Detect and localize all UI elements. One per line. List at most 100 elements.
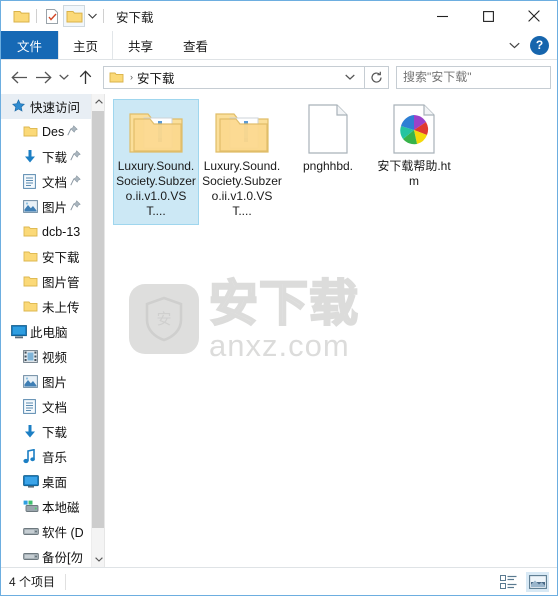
sidebar-item-1[interactable]: Des <box>1 119 91 144</box>
window-title: 安下载 <box>116 10 154 25</box>
sidebar-item-15[interactable]: 桌面 <box>1 469 91 494</box>
folder-icon <box>106 71 126 84</box>
address-bar: › 安下载 <box>1 60 557 94</box>
file-item[interactable]: 安下载帮助.htm <box>371 99 457 225</box>
breadcrumb-current[interactable]: 安下载 <box>137 68 175 87</box>
file-grid: Luxury.Sound.Society.Subzero.ii.v1.0.VST… <box>105 94 557 225</box>
sidebar-item-11[interactable]: 图片 <box>1 369 91 394</box>
tab-view[interactable]: 查看 <box>168 31 223 59</box>
sidebar-item-8[interactable]: 未上传 <box>1 294 91 319</box>
navigation-tree: 快速访问 Des 下载 文档 图片 dcb-13 安下载 图片管 未上传 此电脑 视频 图片 文档 下载音… <box>1 94 91 567</box>
folder-icon[interactable] <box>10 5 32 27</box>
tab-file[interactable]: 文件 <box>1 31 59 59</box>
pin-icon[interactable] <box>70 174 81 189</box>
search-box[interactable] <box>396 65 557 89</box>
forward-arrow-icon[interactable] <box>31 64 55 90</box>
scroll-up-arrow-icon[interactable] <box>92 94 104 109</box>
ribbon-right-controls: ? <box>504 31 557 59</box>
file-item-label: Luxury.Sound.Society.Subzero.ii.v1.0.VST… <box>202 159 282 218</box>
sidebar-item-label: 文档 <box>42 401 68 415</box>
chevron-down-icon[interactable] <box>338 72 362 82</box>
sidebar-item-18[interactable]: 备份[勿 <box>1 544 91 567</box>
maximize-button[interactable] <box>465 1 511 31</box>
sidebar-item-label: 图片 <box>42 201 68 215</box>
drive-icon <box>23 551 42 562</box>
folder-icon <box>23 125 42 138</box>
sidebar-item-5[interactable]: dcb-13 <box>1 219 91 244</box>
minimize-button[interactable] <box>419 1 465 31</box>
back-arrow-icon[interactable] <box>7 64 31 90</box>
explorer-window: 安下载 文件 主页 共享 查看 ? › 安下载 搜索"安下载" 快速访问 Des… <box>0 0 558 596</box>
watermark-badge-icon: 安 <box>129 284 199 354</box>
sidebar-item-7[interactable]: 图片管 <box>1 269 91 294</box>
sidebar-item-6[interactable]: 安下载 <box>1 244 91 269</box>
navigation-scrollbar[interactable] <box>91 94 104 567</box>
folder-icon <box>23 300 42 313</box>
breadcrumb[interactable]: › 安下载 <box>103 65 365 89</box>
help-icon[interactable]: ? <box>530 35 549 55</box>
up-arrow-icon[interactable] <box>73 64 97 90</box>
sidebar-item-label: 音乐 <box>42 451 68 465</box>
sidebar-item-17[interactable]: 软件 (D <box>1 519 91 544</box>
large-icons-view-button[interactable] <box>526 571 549 592</box>
title-bar: 安下载 <box>1 1 557 31</box>
refresh-icon[interactable] <box>365 65 389 89</box>
view-toggle-group <box>497 571 549 592</box>
sidebar-item-label: 软件 (D <box>42 526 84 540</box>
sidebar-item-13[interactable]: 下载 <box>1 419 91 444</box>
file-item[interactable]: Luxury.Sound.Society.Subzero.ii.v1.0.VST… <box>199 99 285 225</box>
search-input[interactable] <box>403 70 557 84</box>
file-list-pane[interactable]: 安 安下载 anxz.com Luxury.Sound.Society.Subz… <box>105 94 557 567</box>
sidebar-item-10[interactable]: 视频 <box>1 344 91 369</box>
sidebar-item-label: 图片管 <box>42 276 80 290</box>
sidebar-item-3[interactable]: 文档 <box>1 169 91 194</box>
sidebar-item-9[interactable]: 此电脑 <box>1 319 91 344</box>
sidebar-item-0[interactable]: 快速访问 <box>1 94 91 119</box>
pin-icon[interactable] <box>70 149 81 164</box>
sidebar-item-label: 安下载 <box>42 251 80 265</box>
sidebar-item-12[interactable]: 文档 <box>1 394 91 419</box>
sidebar-item-label: 此电脑 <box>30 326 68 340</box>
pin-icon[interactable] <box>67 124 78 139</box>
html-pinwheel-icon <box>393 104 435 154</box>
window-controls <box>419 1 557 31</box>
download-icon <box>23 149 42 164</box>
videos-icon <box>23 350 42 363</box>
ribbon-tab-bar: 文件 主页 共享 查看 ? <box>1 31 557 60</box>
documents-icon <box>23 399 42 414</box>
sidebar-item-14[interactable]: 音乐 <box>1 444 91 469</box>
sidebar-item-label: 下载 <box>42 151 68 165</box>
scroll-down-arrow-icon[interactable] <box>92 552 104 567</box>
drive-icon <box>23 526 42 537</box>
pin-icon[interactable] <box>70 199 81 214</box>
sidebar-item-label: 文档 <box>42 176 68 190</box>
tab-home[interactable]: 主页 <box>58 31 114 59</box>
chevron-down-icon[interactable] <box>504 35 524 55</box>
sidebar-item-2[interactable]: 下载 <box>1 144 91 169</box>
scrollbar-thumb[interactable] <box>92 111 104 528</box>
customize-dropdown-icon[interactable] <box>85 6 99 26</box>
properties-icon[interactable] <box>41 5 63 27</box>
recent-locations-icon[interactable] <box>55 64 73 90</box>
file-item-label: 安下载帮助.htm <box>377 159 451 188</box>
this-pc-icon <box>11 324 30 339</box>
file-item[interactable]: Luxury.Sound.Society.Subzero.ii.v1.0.VST… <box>113 99 199 225</box>
status-divider <box>65 573 67 590</box>
details-view-button[interactable] <box>497 572 520 592</box>
file-item-label: Luxury.Sound.Society.Subzero.ii.v1.0.VST… <box>116 159 196 218</box>
sidebar-item-16[interactable]: 本地磁 <box>1 494 91 519</box>
close-button[interactable] <box>511 1 557 31</box>
blank-document-icon <box>308 104 348 154</box>
local-disk-icon <box>23 500 42 513</box>
new-folder-icon[interactable] <box>63 5 85 27</box>
quick-access-toolbar <box>1 1 108 31</box>
tab-share[interactable]: 共享 <box>113 31 168 59</box>
folder-icon <box>23 225 42 238</box>
svg-text:安: 安 <box>156 310 171 328</box>
sidebar-item-label: 快速访问 <box>30 101 81 115</box>
file-item[interactable]: pnghhbd. <box>285 99 371 225</box>
sidebar-item-label: 视频 <box>42 351 68 365</box>
watermark-en-text: anxz.com <box>209 327 350 363</box>
sidebar-item-4[interactable]: 图片 <box>1 194 91 219</box>
toolbar-divider-2 <box>103 9 104 23</box>
